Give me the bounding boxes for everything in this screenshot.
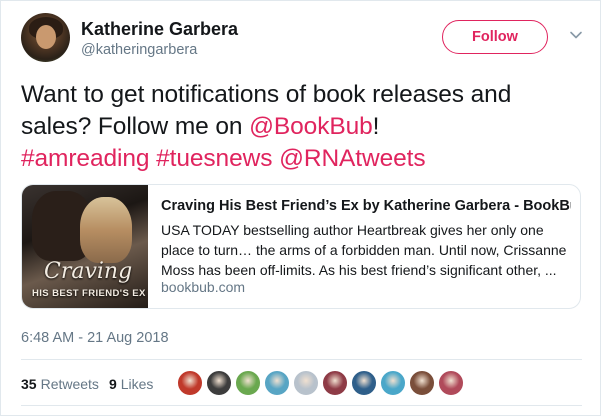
book-cover-image[interactable]: Craving HIS BEST FRIEND'S EX xyxy=(22,185,148,308)
retweets-label: Retweets xyxy=(40,376,99,392)
cover-title: Craving xyxy=(44,259,133,284)
mention-bookbub[interactable]: @BookBub xyxy=(249,113,373,140)
follow-button[interactable]: Follow xyxy=(442,20,548,54)
retweets-stat[interactable]: 35 Retweets xyxy=(21,376,99,392)
mention-rnatweets[interactable]: @RNAtweets xyxy=(279,145,426,172)
card-title[interactable]: Craving His Best Friend’s Ex by Katherin… xyxy=(161,198,571,214)
tweet-stats: 35 Retweets 9 Likes xyxy=(21,374,163,394)
divider-bottom xyxy=(21,405,582,406)
likers-avatars xyxy=(177,370,464,396)
liker-avatar[interactable] xyxy=(409,370,435,396)
tweet-card: Katherine Garbera @katheringarbera Follo… xyxy=(0,0,601,416)
tweet-text: Want to get notifications of book releas… xyxy=(21,79,586,175)
liker-avatar[interactable] xyxy=(351,370,377,396)
user-handle[interactable]: @katheringarbera xyxy=(81,42,197,58)
liker-avatar[interactable] xyxy=(293,370,319,396)
likes-label: Likes xyxy=(120,376,154,392)
user-avatar[interactable] xyxy=(21,13,70,62)
cover-figure-woman xyxy=(80,197,132,263)
hashtag-tuesnews[interactable]: #tuesnews xyxy=(156,145,272,172)
tweet-timestamp[interactable]: 6:48 AM - 21 Aug 2018 xyxy=(21,330,169,346)
likes-stat[interactable]: 9 Likes xyxy=(109,376,153,392)
cover-subtitle: HIS BEST FRIEND'S EX xyxy=(32,288,146,299)
hashtag-amreading[interactable]: #amreading xyxy=(21,145,150,172)
avatar-face xyxy=(36,25,56,49)
user-name[interactable]: Katherine Garbera xyxy=(81,19,238,40)
likes-count: 9 xyxy=(108,376,117,392)
liker-avatar[interactable] xyxy=(322,370,348,396)
divider-top xyxy=(21,359,582,360)
link-preview-card[interactable]: Craving HIS BEST FRIEND'S EX Craving His… xyxy=(21,184,581,309)
liker-avatar[interactable] xyxy=(438,370,464,396)
card-domain: bookbub.com xyxy=(161,279,246,295)
liker-avatar[interactable] xyxy=(206,370,232,396)
liker-avatar[interactable] xyxy=(177,370,203,396)
liker-avatar[interactable] xyxy=(380,370,406,396)
liker-avatar[interactable] xyxy=(235,370,261,396)
card-description: USA TODAY bestselling author Heartbreak … xyxy=(161,222,567,278)
liker-avatar[interactable] xyxy=(264,370,290,396)
retweets-count: 35 xyxy=(21,376,37,392)
chevron-down-icon[interactable] xyxy=(568,27,584,43)
tweet-header: Katherine Garbera @katheringarbera Follo… xyxy=(21,13,584,65)
tweet-text-punct: ! xyxy=(372,113,380,140)
